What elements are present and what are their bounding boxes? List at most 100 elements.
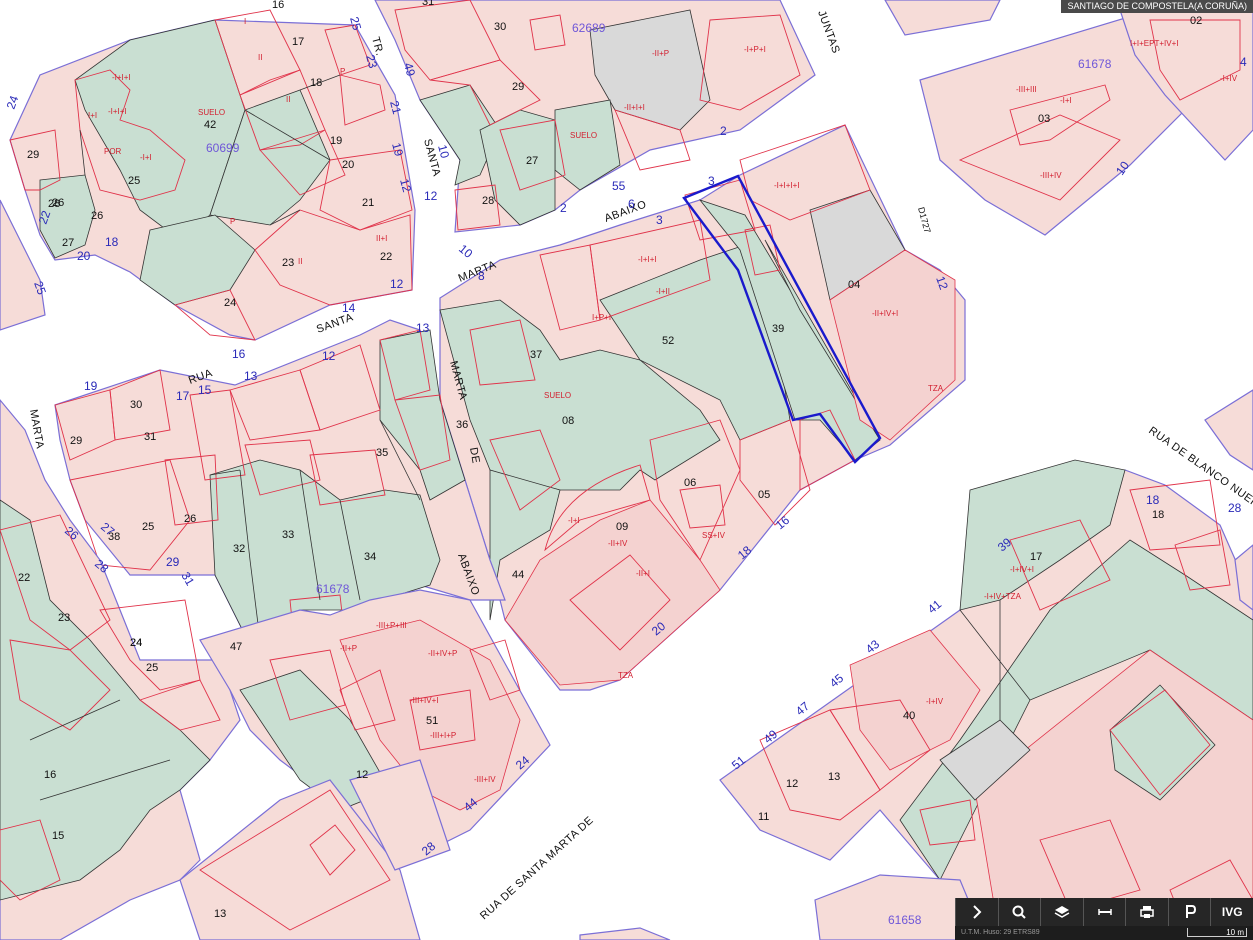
floor-label: P [230, 217, 235, 226]
floor-label: -III+I+P [430, 731, 456, 740]
floor-label: -I+I+I [108, 107, 127, 116]
floor-label: -II+P [340, 644, 357, 653]
floor-label: -I+IV [926, 697, 944, 706]
parcel-number: 08 [562, 415, 574, 427]
floor-label: -I+I+I [112, 73, 131, 82]
floor-label: TZA [928, 384, 944, 393]
portal-number: 15 [198, 383, 212, 397]
parcel-number: 24 [224, 297, 236, 309]
block-61678-right[interactable] [884, 0, 1253, 236]
floor-label: -I+II [656, 287, 670, 296]
portal-number: 3 [708, 174, 715, 188]
floor-label: -I+I [568, 516, 580, 525]
floor-label: -II+IV+P [428, 649, 457, 658]
portal-number: 12 [390, 277, 404, 291]
layers-button[interactable] [1040, 898, 1083, 926]
ivg-button[interactable]: IVG [1210, 898, 1253, 926]
parcel-number: 25 [142, 521, 154, 533]
parcel-number: 52 [662, 335, 674, 347]
parcel-number: 13 [214, 908, 226, 920]
parcel-number: 34 [364, 551, 376, 563]
portal-number: 47 [793, 699, 812, 719]
parcel-number: 17 [1030, 551, 1042, 563]
floor-label: SS+IV [702, 531, 726, 540]
parcel-number: 19 [330, 135, 342, 147]
floor-label: -III+IV+I [410, 696, 438, 705]
floor-label: -I+IV [1220, 74, 1238, 83]
parcel-number: 40 [903, 710, 915, 722]
parcel-number: 05 [758, 489, 770, 501]
floor-label: -II+I [636, 569, 650, 578]
floor-label: II+I [376, 234, 387, 243]
floor-label: -I+I+I [638, 255, 657, 264]
block-60699[interactable] [9, 9, 416, 341]
block-id-label: 61678 [316, 582, 350, 596]
measure-button[interactable] [1082, 898, 1126, 926]
parcel-number: 28 [48, 198, 60, 210]
map-footer: U.T.M. Huso: 29 ETRS89 10 m [955, 926, 1253, 940]
portal-number: 55 [612, 179, 626, 193]
block-id-label: 60699 [206, 141, 240, 155]
parcel-number: 16 [44, 769, 56, 781]
expand-button[interactable] [955, 898, 998, 926]
parcel-number: 26 [91, 210, 103, 222]
parcel-number: 42 [204, 119, 216, 131]
block-61658[interactable] [579, 874, 986, 940]
parking-button[interactable] [1167, 898, 1211, 926]
map-toolbar: IVG [955, 898, 1253, 926]
parcel-number: 39 [772, 323, 784, 335]
parcel-number: 16 [272, 0, 284, 11]
print-button[interactable] [1125, 898, 1168, 926]
parcel-number: 12 [356, 769, 368, 781]
floor-label: -I+I [140, 153, 152, 162]
floor-label: -III+IV [1040, 171, 1062, 180]
floor-label: SUELO [198, 108, 225, 117]
parcel-number: 03 [1038, 113, 1050, 125]
portal-number: 14 [342, 301, 356, 315]
map-title: SANTIAGO DE COMPOSTELA(A CORUÑA) [1061, 0, 1253, 13]
block-bottom-right[interactable] [719, 459, 1253, 940]
portal-number: 12 [322, 349, 336, 363]
parcel-number: 32 [233, 543, 245, 555]
parcel-number: 29 [27, 149, 39, 161]
floor-label: -III+III [1016, 85, 1037, 94]
portal-number: 18 [105, 235, 119, 249]
street-label: RUA DE SANTA MARTA DE [478, 814, 596, 922]
parcel-number: 24 [130, 637, 142, 649]
floor-label: -I+P+I [744, 45, 766, 54]
floor-label: -III+P+III [376, 621, 407, 630]
portal-number: 24 [4, 93, 22, 111]
floor-label: TZA [618, 671, 634, 680]
parcel-number: 26 [184, 513, 196, 525]
floor-label: I+I [88, 111, 97, 120]
parcel-number: 31 [144, 431, 156, 443]
parcel-number: 36 [456, 419, 468, 431]
parcel-number: 21 [362, 197, 374, 209]
portal-number: 6 [628, 197, 635, 211]
floor-label: -I+I [1060, 96, 1072, 105]
measure-icon [1097, 909, 1112, 915]
parcel-number: 35 [376, 447, 388, 459]
floor-label: I+I+EPT+IV+I [1130, 39, 1178, 48]
floor-label: POR [104, 147, 122, 156]
floor-label: II [286, 95, 290, 104]
portal-number: 20 [77, 249, 91, 263]
parcel-number: 29 [512, 81, 524, 93]
parcel-number: 06 [684, 477, 696, 489]
search-button[interactable] [997, 898, 1041, 926]
portal-number: 17 [176, 389, 190, 403]
floor-label: SUELO [544, 391, 571, 400]
parcel-number: 44 [512, 569, 524, 581]
parcel-number: 31 [422, 0, 434, 8]
parcel-number: 09 [616, 521, 628, 533]
block-id-label: D1727 [916, 206, 933, 234]
parcel-number: 22 [380, 251, 392, 263]
street-label: SANTA [315, 311, 355, 335]
chevron-right-icon [973, 905, 982, 919]
cadastral-map[interactable]: ABAIXO MARTA SANTA RUA MARTA DE ABAIXO R… [0, 0, 1253, 940]
parcel-number: 47 [230, 641, 242, 653]
scale-bar: 10 m [1187, 928, 1247, 937]
floor-label: I+P+I [592, 313, 611, 322]
floor-label: -II+I+I [624, 103, 645, 112]
block-id-label: 62689 [572, 21, 606, 35]
